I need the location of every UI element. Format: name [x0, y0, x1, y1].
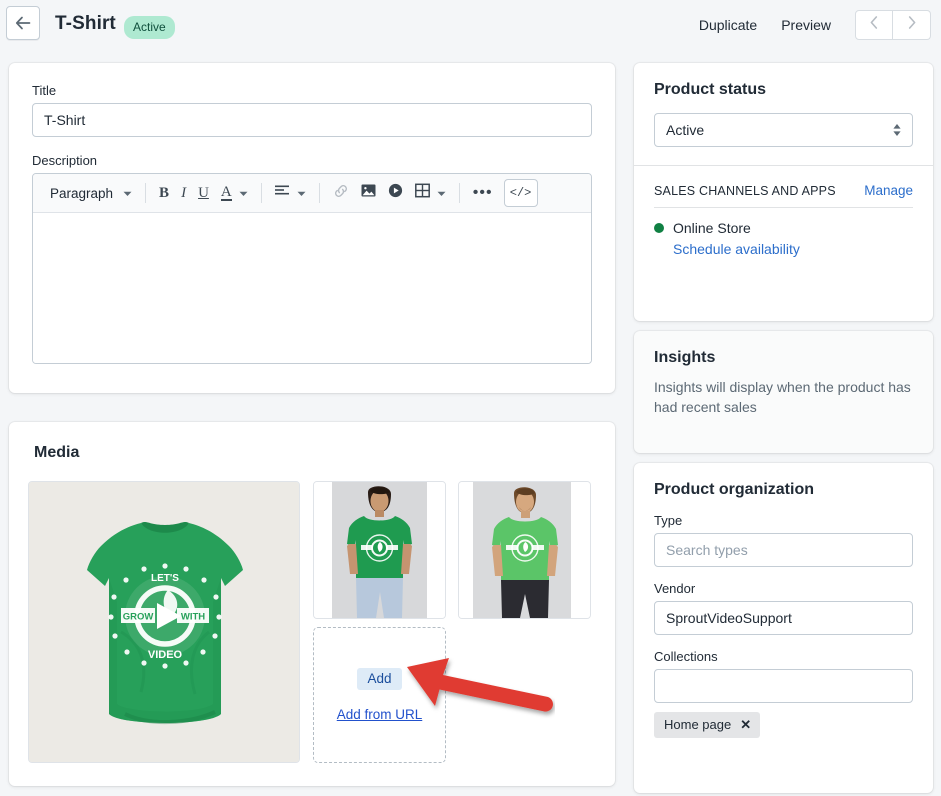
toolbar-divider: [318, 183, 320, 203]
channel-status-dot: [654, 223, 664, 233]
svg-text:GROW: GROW: [123, 612, 154, 623]
sales-channels-label: SALES CHANNELS AND APPS: [654, 184, 836, 198]
product-status-card: Product status Active SALES CHANNELS AND…: [634, 63, 933, 321]
italic-button[interactable]: I: [176, 179, 191, 207]
media-heading: Media: [34, 444, 80, 461]
chevron-down-icon: [297, 184, 306, 202]
chevron-down-icon: [123, 184, 132, 202]
title-label: Title: [32, 83, 57, 98]
product-status-heading: Product status: [654, 81, 767, 98]
image-icon: [361, 183, 376, 203]
text-color-label: A: [220, 184, 232, 201]
toolbar-divider: [145, 183, 147, 203]
collections-field-group: Collections Home page ✕: [654, 649, 913, 738]
type-field-group: Type: [654, 513, 913, 567]
align-left-icon: [274, 184, 290, 202]
editor-toolbar: Paragraph B I U A ••• </>: [33, 174, 591, 213]
media-thumbnail-2[interactable]: [458, 481, 591, 619]
status-badge: Active: [124, 16, 175, 39]
sales-channels-header: SALES CHANNELS AND APPS Manage: [634, 166, 933, 198]
vendor-input[interactable]: [654, 601, 913, 635]
type-input[interactable]: [654, 533, 913, 567]
insights-card: Insights Insights will display when the …: [634, 331, 933, 453]
add-from-url-link[interactable]: Add from URL: [337, 707, 423, 722]
svg-text:VIDEO: VIDEO: [148, 649, 183, 661]
title-field-group: Title: [32, 83, 592, 137]
title-input[interactable]: [32, 103, 592, 137]
duplicate-button[interactable]: Duplicate: [687, 11, 769, 39]
media-thumbnail-1[interactable]: [313, 481, 446, 619]
arrow-left-icon: [15, 16, 32, 30]
product-organization-heading: Product organization: [654, 481, 814, 498]
bold-button[interactable]: B: [154, 179, 174, 207]
media-dropzone[interactable]: Add Add from URL: [313, 627, 446, 763]
previous-product-button[interactable]: [855, 10, 893, 40]
close-icon[interactable]: ✕: [740, 718, 751, 731]
collections-input[interactable]: [654, 669, 913, 703]
product-status-select[interactable]: Active: [654, 113, 913, 147]
toolbar-divider: [260, 183, 262, 203]
block-format-label: Paragraph: [50, 185, 114, 201]
page-title: T-Shirt: [55, 13, 116, 34]
link-button[interactable]: [328, 179, 354, 207]
collection-chip: Home page ✕: [654, 712, 761, 738]
svg-text:WITH: WITH: [181, 612, 205, 623]
svg-text:LET'S: LET'S: [151, 573, 179, 584]
underline-button[interactable]: U: [193, 179, 214, 207]
chevron-down-icon: [437, 184, 446, 202]
product-organization-card: Product organization Type Vendor Collect…: [634, 463, 933, 793]
product-details-card: Title Description Paragraph B: [9, 63, 615, 393]
vendor-label: Vendor: [654, 581, 696, 596]
chevron-left-icon: [870, 16, 878, 34]
description-label: Description: [32, 153, 98, 168]
sales-channel-row: Online Store: [634, 208, 933, 236]
select-arrows-icon: [892, 123, 902, 142]
header-actions: Duplicate Preview: [687, 10, 931, 40]
align-button[interactable]: [270, 179, 311, 207]
next-product-button[interactable]: [893, 10, 931, 40]
insert-table-button[interactable]: [410, 179, 451, 207]
toolbar-divider: [458, 183, 460, 203]
manage-channels-link[interactable]: Manage: [864, 183, 913, 198]
schedule-availability-link[interactable]: Schedule availability: [634, 236, 933, 257]
shirt-photo: GROW WITH LET'S VIDEO: [29, 482, 299, 762]
insert-image-button[interactable]: [356, 179, 381, 207]
product-edit-page: T-Shirt Active Duplicate Preview Title T…: [0, 0, 941, 796]
text-color-button[interactable]: A: [216, 179, 253, 207]
link-icon: [333, 183, 349, 204]
product-pager: [855, 10, 931, 40]
collection-chip-label: Home page: [664, 717, 732, 732]
media-main-image[interactable]: GROW WITH LET'S VIDEO: [28, 481, 300, 763]
block-format-dropdown[interactable]: Paragraph: [39, 179, 137, 207]
product-status-value: Active: [654, 113, 913, 147]
video-play-icon: [388, 183, 403, 203]
more-options-button[interactable]: •••: [468, 179, 498, 207]
add-media-button[interactable]: Add: [357, 668, 402, 690]
insights-body-text: Insights will display when the product h…: [654, 379, 911, 416]
back-button[interactable]: [6, 6, 40, 40]
description-editor: Paragraph B I U A ••• </>: [32, 173, 592, 364]
table-icon: [414, 183, 430, 203]
chevron-down-icon: [239, 184, 248, 202]
insert-video-button[interactable]: [383, 179, 408, 207]
collections-label: Collections: [654, 649, 718, 664]
page-header: T-Shirt Active Duplicate Preview: [0, 0, 941, 55]
html-code-button[interactable]: </>: [503, 179, 538, 207]
chevron-right-icon: [908, 16, 916, 34]
preview-button[interactable]: Preview: [769, 11, 843, 39]
channel-name: Online Store: [673, 220, 751, 236]
description-textarea[interactable]: [33, 213, 591, 363]
insights-heading: Insights: [654, 349, 716, 366]
vendor-field-group: Vendor: [654, 581, 913, 635]
description-field-group: Description Paragraph B I U A ••• </>: [32, 153, 592, 364]
type-label: Type: [654, 513, 683, 528]
